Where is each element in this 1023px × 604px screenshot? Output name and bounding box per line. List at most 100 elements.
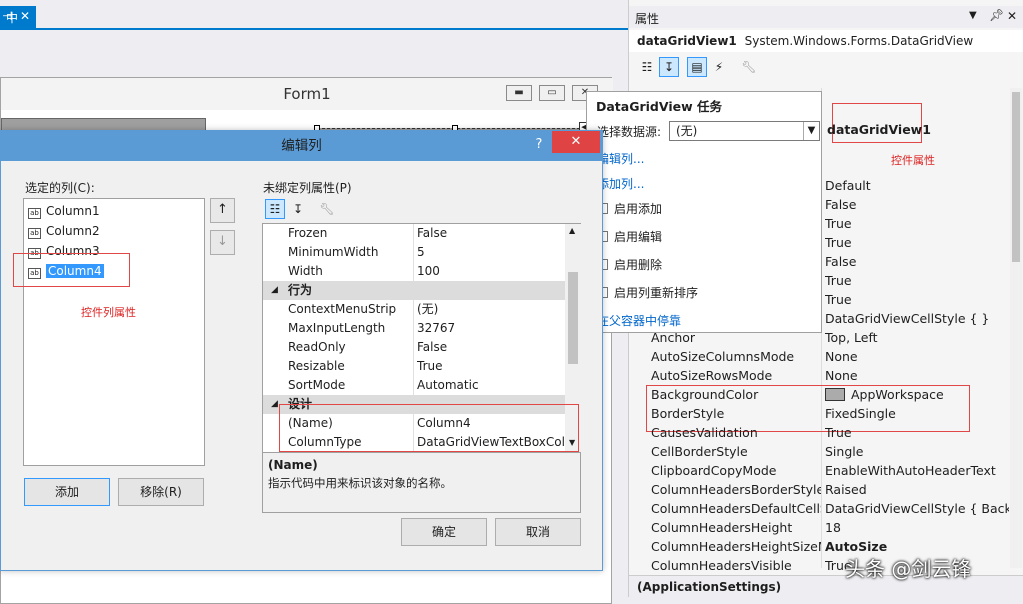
property-name: MaxInputLength xyxy=(288,321,386,335)
property-value: Raised xyxy=(825,482,867,497)
property-row[interactable]: MinimumWidth 5 xyxy=(263,243,565,262)
object-name: dataGridView1 xyxy=(637,34,737,48)
property-name: Frozen xyxy=(288,226,328,240)
property-row[interactable]: SortMode Automatic xyxy=(263,376,565,395)
close-icon[interactable]: ✕ xyxy=(1007,9,1017,23)
property-name: ColumnHeadersDefaultCellSty xyxy=(651,501,821,516)
datasource-label: 选择数据源: xyxy=(597,125,662,139)
property-value: True xyxy=(825,216,852,231)
selected-columns-label: 选定的列(C): xyxy=(25,181,95,195)
properties-icon[interactable]: ▤ xyxy=(687,57,707,77)
form-titlebar: Form1 ▬ ▭ ✕ xyxy=(1,78,613,110)
help-icon[interactable]: ? xyxy=(529,131,549,159)
smart-tasks-panel: DataGridView 任务 选择数据源: (无) ▼ 编辑列... 添加列.… xyxy=(586,91,822,333)
property-value: True xyxy=(825,292,852,307)
property-name: CellBorderStyle xyxy=(651,444,748,459)
column-list-item[interactable]: ab Column2 xyxy=(28,221,100,241)
column-divider xyxy=(413,357,414,376)
object-type: System.Windows.Forms.DataGridView xyxy=(744,34,974,48)
tab-label: 中 xyxy=(6,11,19,25)
scroll-thumb[interactable] xyxy=(568,272,578,364)
property-value: False xyxy=(417,340,448,354)
move-up-button[interactable]: ↑ xyxy=(210,198,235,223)
tasks-title: DataGridView 任务 xyxy=(596,99,722,114)
cancel-button[interactable]: 取消 xyxy=(495,518,581,546)
object-selector[interactable]: dataGridView1 System.Windows.Forms.DataG… xyxy=(629,30,1023,52)
add-column-link[interactable]: 添加列... xyxy=(597,175,644,192)
enable-reorder-checkbox[interactable]: 启用列重新排序 xyxy=(597,284,698,301)
categorized-icon[interactable]: ☷ xyxy=(265,199,285,219)
dialog-title: 编辑列 xyxy=(281,138,322,154)
categorized-icon[interactable]: ☷ xyxy=(637,57,657,77)
property-value: FixedSingle xyxy=(825,406,896,421)
form-title: Form1 xyxy=(283,85,331,103)
property-row[interactable]: ContextMenuStrip (无) xyxy=(263,300,565,319)
add-button[interactable]: 添加 xyxy=(24,478,110,506)
arrow-up-icon: ↑ xyxy=(217,202,228,217)
dock-in-parent-link[interactable]: 在父容器中停靠 xyxy=(597,312,681,329)
pin-icon[interactable]: 📌︎ xyxy=(989,8,1004,22)
edit-columns-link[interactable]: 编辑列... xyxy=(597,150,644,167)
tab-close-icon[interactable]: ✕ xyxy=(20,9,30,23)
column-list-item[interactable]: ab Column1 xyxy=(28,201,100,221)
property-row[interactable]: BackgroundColor AppWorkspace xyxy=(629,385,1009,404)
enable-deleting-checkbox[interactable]: 启用删除 xyxy=(597,256,662,273)
property-name: ColumnHeadersHeightSizeMo xyxy=(651,539,821,554)
column-divider xyxy=(413,224,414,243)
annotation-box: dataGridView1 xyxy=(827,103,931,143)
property-row[interactable]: BorderStyle FixedSingle xyxy=(629,404,1009,423)
property-value: (无) xyxy=(417,302,439,316)
category-row[interactable]: ◢ 行为 xyxy=(263,281,565,300)
property-name: Width xyxy=(288,264,323,278)
collapse-icon[interactable]: ◢ xyxy=(271,395,278,414)
edit-columns-dialog: 编辑列 ? ✕ 选定的列(C): ab Column1 ab Column2 ab Col… xyxy=(0,130,603,571)
remove-button[interactable]: 移除(R) xyxy=(118,478,204,506)
property-row[interactable]: Resizable True xyxy=(263,357,565,376)
property-row[interactable]: CausesValidation True xyxy=(629,423,1009,442)
datasource-value: (无) xyxy=(676,124,698,138)
columns-listbox[interactable]: ab Column1 ab Column2 ab Column3 ab Column4 xyxy=(23,198,205,466)
property-row[interactable]: ReadOnly False xyxy=(263,338,565,357)
move-down-button[interactable]: ↓ xyxy=(210,230,235,255)
property-value: Default xyxy=(825,178,871,193)
close-button[interactable]: ✕ xyxy=(552,131,600,153)
watermark: 头条 @剑云锋 xyxy=(845,557,972,581)
property-name: ColumnHeadersHeight xyxy=(651,520,793,535)
alphabetical-icon[interactable]: ↧ xyxy=(288,199,308,219)
property-row[interactable]: AutoSizeColumnsMode None xyxy=(629,347,1009,366)
property-row[interactable]: MaxInputLength 32767 xyxy=(263,319,565,338)
minimize-icon: ▬ xyxy=(506,85,532,101)
ok-button[interactable]: 确定 xyxy=(401,518,487,546)
property-value: True xyxy=(825,273,852,288)
property-row[interactable]: CellBorderStyle Single xyxy=(629,442,1009,461)
property-row[interactable]: ColumnHeadersHeight 18 xyxy=(629,518,1009,537)
property-value: Single xyxy=(825,444,864,459)
property-name: ColumnHeadersVisible xyxy=(651,558,792,573)
property-row[interactable]: ColumnHeadersBorderStyle Raised xyxy=(629,480,1009,499)
property-row[interactable]: Frozen False xyxy=(263,224,565,243)
events-icon[interactable]: ⚡ xyxy=(709,57,729,77)
enable-adding-checkbox[interactable]: 启用添加 xyxy=(597,200,662,217)
property-row[interactable]: ColumnHeadersDefaultCellSty DataGridViewC… xyxy=(629,499,1009,518)
document-tab[interactable]: ⊣ 中 ✕ xyxy=(0,6,36,28)
property-row[interactable]: Width 100 xyxy=(263,262,565,281)
property-row[interactable]: ClipboardCopyMode EnableWithAutoHeaderTex… xyxy=(629,461,1009,480)
property-pages-icon[interactable]: 🔧︎ xyxy=(317,199,337,219)
scroll-thumb[interactable] xyxy=(1012,92,1020,262)
properties-toolbar: ☷ ↧ ▤ ⚡ 🔧︎ xyxy=(629,53,1023,81)
chevron-down-icon[interactable]: ▼ xyxy=(803,122,819,140)
enable-editing-checkbox[interactable]: 启用编辑 xyxy=(597,228,662,245)
annotation-object-name: dataGridView1 xyxy=(827,122,931,137)
collapse-icon[interactable]: ◢ xyxy=(271,281,278,300)
scroll-up-icon[interactable]: ▲ xyxy=(569,226,575,235)
property-value: Automatic xyxy=(417,378,479,392)
alphabetical-icon[interactable]: ↧ xyxy=(659,57,679,77)
property-value: None xyxy=(825,349,858,364)
property-row[interactable]: AutoSizeRowsMode None xyxy=(629,366,1009,385)
datasource-select[interactable]: (无) ▼ xyxy=(669,121,820,141)
dropdown-icon[interactable]: ▼ xyxy=(969,10,977,21)
property-pages-icon[interactable]: 🔧︎ xyxy=(739,57,759,77)
property-name: MinimumWidth xyxy=(288,245,379,259)
property-value: 32767 xyxy=(417,321,456,335)
dialog-titlebar: 编辑列 ? ✕ xyxy=(1,131,602,161)
